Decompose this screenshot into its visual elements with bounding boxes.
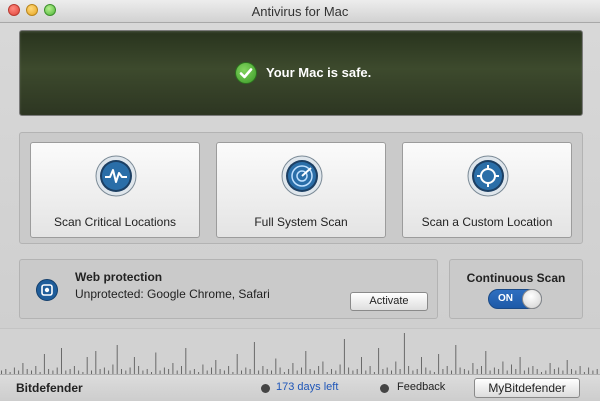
activity-bar	[361, 357, 362, 375]
main-content: Your Mac is safe. Scan Critical Location…	[0, 23, 600, 328]
activity-bar	[455, 345, 457, 375]
footer: Bitdefender 173 days left Feedback MyBit…	[0, 374, 600, 401]
activity-bar	[378, 348, 380, 375]
activate-button[interactable]: Activate	[350, 292, 428, 311]
activity-bar	[116, 345, 118, 375]
activity-bar	[395, 361, 397, 375]
full-system-scan-button[interactable]: Full System Scan	[216, 142, 386, 238]
scan-button-label: Full System Scan	[254, 215, 348, 229]
activity-bar	[519, 357, 521, 375]
activity-bar	[215, 360, 217, 375]
activity-bars	[1, 333, 598, 375]
activity-bar	[61, 348, 62, 375]
activity-bar	[403, 333, 405, 375]
scan-buttons-area: Scan Critical Locations Full System Scan	[19, 132, 583, 244]
activity-bar	[343, 339, 345, 375]
radar-icon	[281, 155, 323, 197]
activity-bar	[253, 342, 255, 375]
days-left-link[interactable]: 173 days left	[276, 381, 338, 393]
activity-graph	[0, 328, 600, 375]
checkmark-icon	[235, 62, 257, 84]
activity-bar	[95, 351, 97, 375]
activity-bar	[322, 361, 324, 375]
activity-bar	[236, 354, 238, 375]
mybitdefender-button[interactable]: MyBitdefender	[474, 378, 580, 398]
activity-bar	[43, 354, 45, 375]
activity-bar	[566, 360, 568, 375]
scan-custom-location-button[interactable]: Scan a Custom Location	[402, 142, 572, 238]
web-protection-status: Unprotected: Google Chrome, Safari	[75, 287, 270, 301]
activity-bar	[155, 352, 157, 375]
toggle-knob	[522, 289, 542, 309]
feedback-link[interactable]: Feedback	[397, 381, 445, 393]
activity-bar	[421, 357, 422, 375]
continuous-scan-title: Continuous Scan	[466, 271, 566, 285]
web-shield-icon	[36, 279, 58, 301]
scan-button-label: Scan Critical Locations	[53, 215, 177, 229]
continuous-scan-toggle[interactable]: ON	[488, 289, 542, 309]
activity-bar	[438, 354, 440, 375]
activity-bar	[86, 357, 88, 375]
scan-button-label: Scan a Custom Location	[421, 215, 553, 229]
activity-bar	[485, 351, 487, 375]
web-protection-title: Web protection	[75, 270, 163, 284]
activity-bar	[185, 348, 187, 375]
activity-bar	[305, 351, 307, 375]
toggle-label: ON	[498, 293, 513, 304]
target-icon	[467, 155, 509, 197]
title-bar: Antivirus for Mac	[0, 0, 600, 23]
activity-bar	[502, 361, 504, 375]
activity-bar	[275, 358, 277, 375]
feedback-icon	[380, 384, 389, 393]
pulse-icon	[95, 155, 137, 197]
clock-icon	[261, 384, 270, 393]
scan-critical-locations-button[interactable]: Scan Critical Locations	[30, 142, 200, 238]
bitdefender-logo: Bitdefender	[16, 381, 83, 395]
activity-bar	[133, 357, 135, 375]
web-protection-panel: Web protection Unprotected: Google Chrom…	[19, 259, 438, 319]
status-text: Your Mac is safe.	[266, 65, 372, 80]
window-title: Antivirus for Mac	[251, 4, 349, 19]
status-banner: Your Mac is safe.	[19, 30, 583, 116]
continuous-scan-panel: Continuous Scan ON	[449, 259, 583, 319]
